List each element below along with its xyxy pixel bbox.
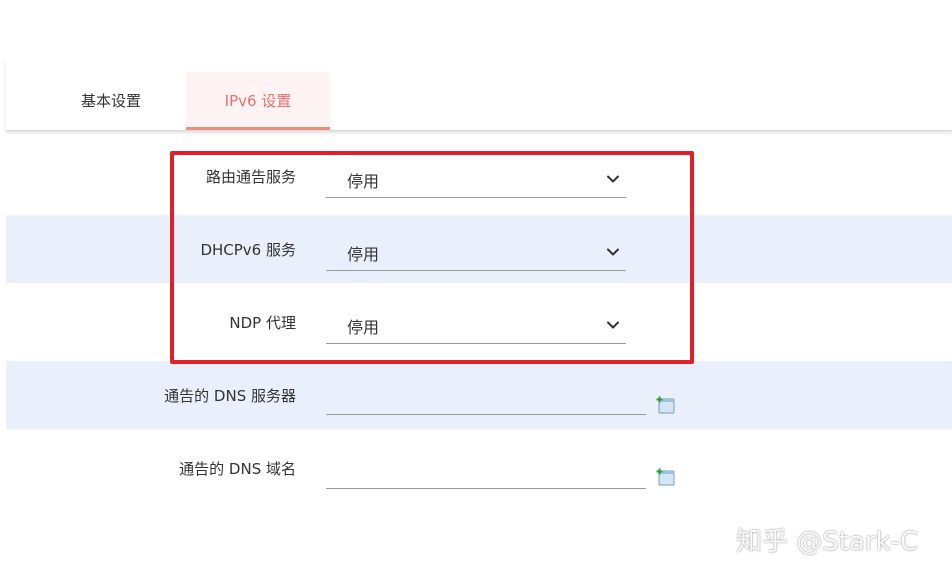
chevron-down-icon (607, 248, 619, 256)
dns-servers-row: 通告的 DNS 服务器 (6, 361, 952, 429)
tab-bar: 基本设置 IPv6 设置 (6, 58, 952, 131)
ndp-proxy-select[interactable]: 停用 (326, 309, 626, 344)
chevron-down-icon (607, 175, 619, 183)
add-entry-icon[interactable] (656, 395, 676, 415)
dns-domains-row: 通告的 DNS 域名 (6, 434, 952, 502)
dhcpv6-service-select[interactable]: 停用 (326, 236, 626, 271)
chevron-down-icon (607, 321, 619, 329)
dns-servers-input[interactable] (326, 382, 646, 415)
tab-basic-settings[interactable]: 基本设置 (46, 72, 176, 130)
tab-ipv6-settings[interactable]: IPv6 设置 (186, 72, 330, 130)
ndp-proxy-label: NDP 代理 (229, 314, 296, 332)
ra-service-label: 路由通告服务 (205, 168, 296, 186)
dns-servers-label: 通告的 DNS 服务器 (164, 387, 296, 405)
dhcpv6-service-value: 停用 (347, 245, 380, 264)
ra-service-select[interactable]: 停用 (326, 163, 626, 198)
dns-domains-input[interactable] (326, 456, 646, 489)
add-entry-icon[interactable] (656, 467, 676, 487)
ndp-proxy-row: NDP 代理 停用 (6, 288, 952, 356)
dhcpv6-service-label: DHCPv6 服务 (200, 241, 296, 259)
watermark: 知乎 @Stark-C (736, 527, 919, 557)
ndp-proxy-value: 停用 (347, 318, 380, 337)
ra-service-value: 停用 (347, 172, 380, 191)
dns-domains-label: 通告的 DNS 域名 (179, 460, 296, 478)
ra-service-row: 路由通告服务 停用 (6, 143, 952, 211)
dhcpv6-service-row: DHCPv6 服务 停用 (6, 215, 952, 283)
